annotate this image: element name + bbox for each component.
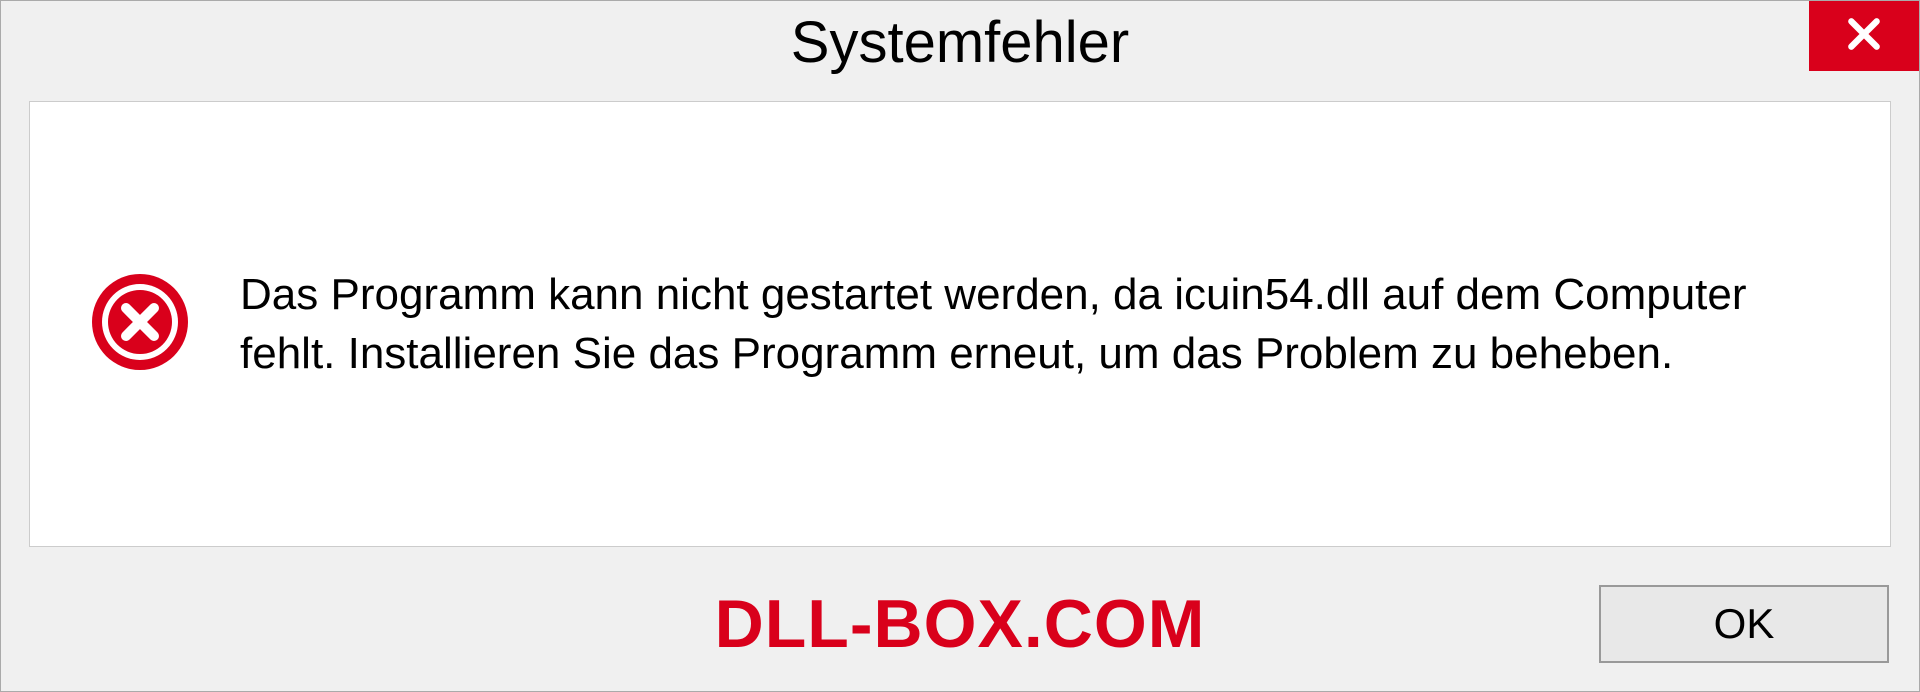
error-dialog: Systemfehler Das Programm kann nicht ges… [0,0,1920,692]
watermark-text: DLL-BOX.COM [715,585,1206,663]
dialog-title: Systemfehler [1,1,1919,76]
error-icon [90,272,190,377]
close-button[interactable] [1809,1,1919,71]
ok-button[interactable]: OK [1599,585,1889,663]
titlebar: Systemfehler [1,1,1919,91]
dialog-footer: DLL-BOX.COM OK [1,567,1919,691]
close-icon [1845,15,1883,58]
content-area: Das Programm kann nicht gestartet werden… [29,101,1891,547]
error-message: Das Programm kann nicht gestartet werden… [240,265,1830,384]
